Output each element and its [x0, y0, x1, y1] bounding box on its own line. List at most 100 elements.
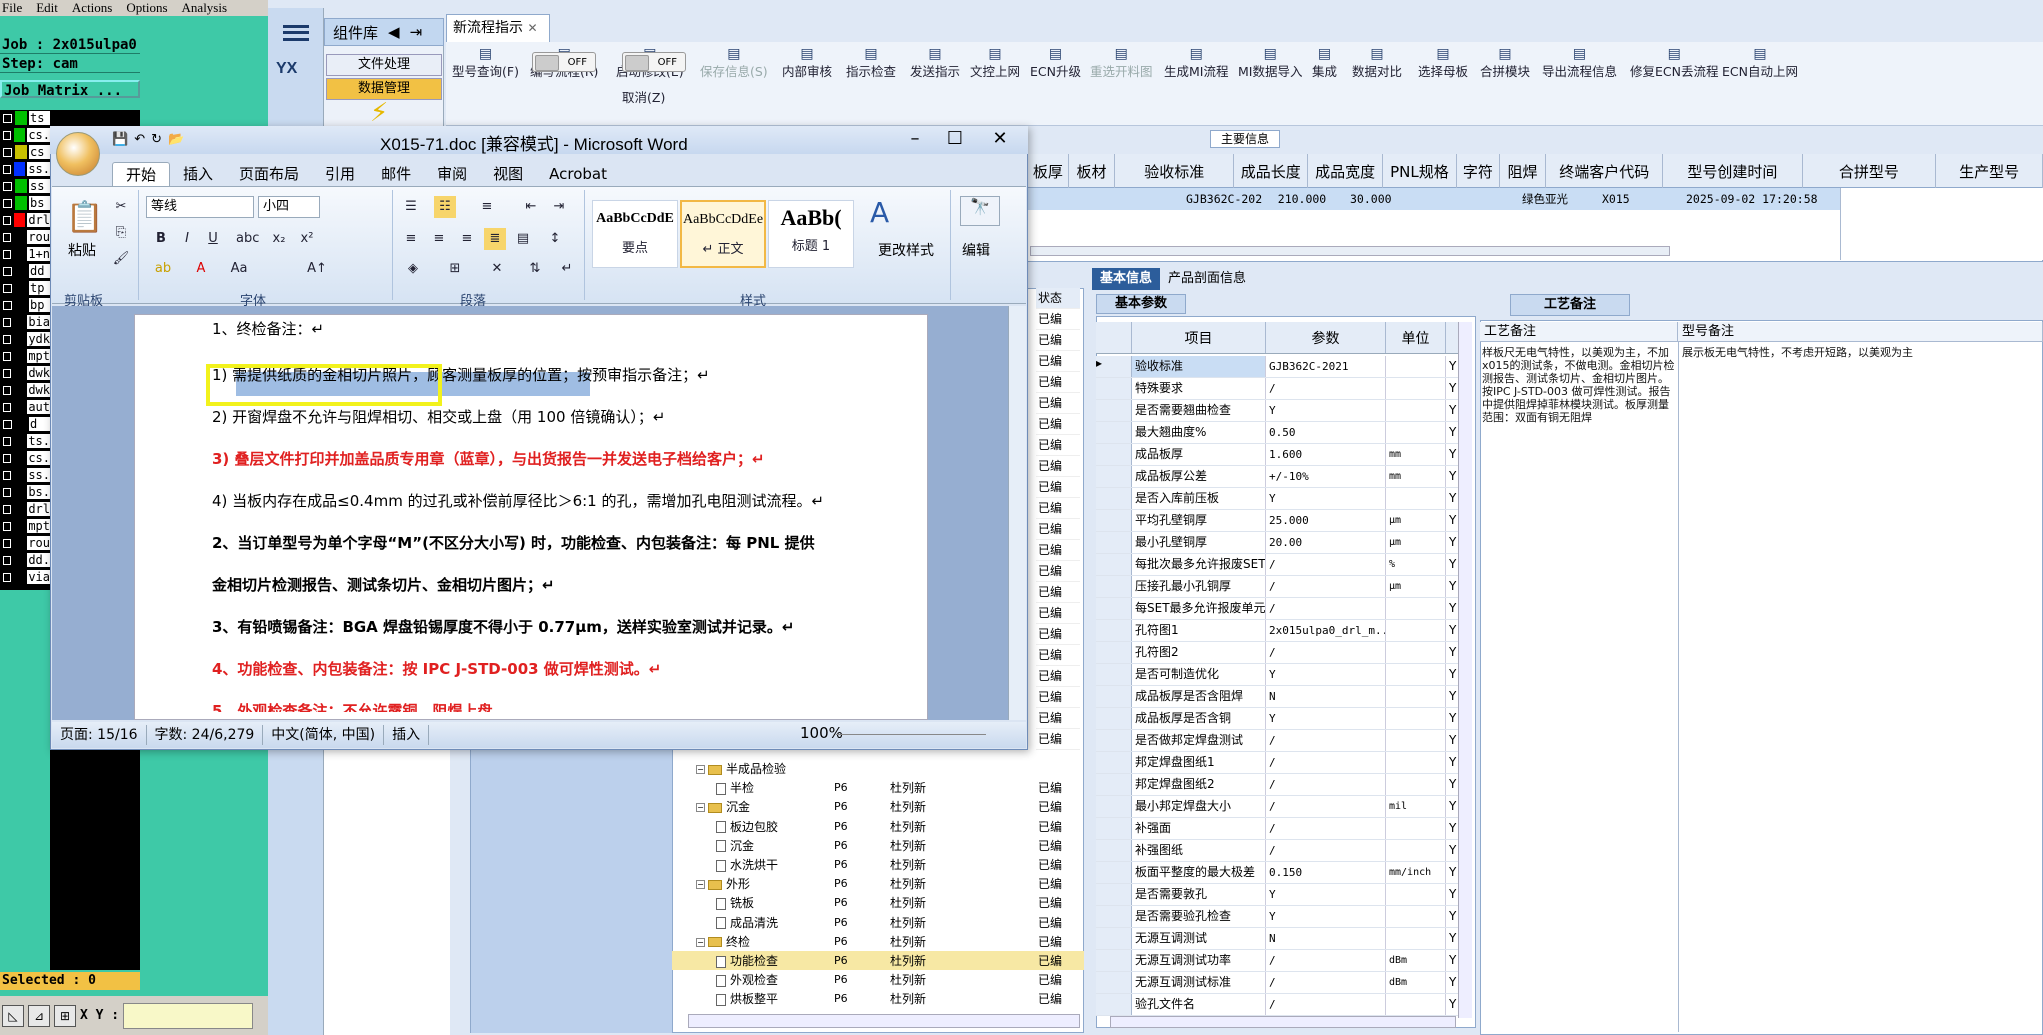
- tree-row[interactable]: 功能检查 P6 杜列新 已编: [672, 951, 1084, 970]
- job-matrix-button[interactable]: Job Matrix ...: [0, 80, 140, 99]
- toolbar-button[interactable]: ▤ 发送指示: [910, 46, 960, 80]
- toolbar-button[interactable]: ▤ ECN自动上网: [1722, 46, 1798, 80]
- upper-col-header[interactable]: 成品宽度: [1308, 154, 1383, 188]
- param-row[interactable]: 是否需要敦孔 Y Y: [1096, 884, 1472, 906]
- expand-icon[interactable]: −: [696, 880, 705, 890]
- params-hscroll[interactable]: [1110, 1016, 1456, 1028]
- hamburger-icon[interactable]: [280, 20, 312, 46]
- tab-mailings[interactable]: 邮件: [368, 162, 424, 186]
- param-value[interactable]: 0.150: [1266, 862, 1386, 883]
- tree-row[interactable]: 外观检查 P6 杜列新 已编: [672, 970, 1084, 989]
- param-row[interactable]: 无源互调测试功率 / dBm Y: [1096, 950, 1472, 972]
- param-row[interactable]: 最小孔壁铜厚 20.00 μm Y: [1096, 532, 1472, 554]
- param-row[interactable]: 成品板厚是否含铜 Y Y: [1096, 708, 1472, 730]
- style-normal[interactable]: AaBbCcDdEe ↵ 正文: [680, 200, 766, 268]
- layer-checkbox[interactable]: [3, 164, 12, 174]
- param-row[interactable]: 特殊要求 / Y: [1096, 378, 1472, 400]
- toolbar-button[interactable]: ▤ 导出流程信息: [1542, 46, 1617, 80]
- asian-layout-icon[interactable]: ✕: [486, 258, 508, 280]
- minimize-icon[interactable]: –: [900, 128, 930, 149]
- param-row[interactable]: 压接孔最小孔铜厚 / μm Y: [1096, 576, 1472, 598]
- layer-checkbox[interactable]: [3, 300, 12, 310]
- close-icon[interactable]: ✕: [527, 21, 537, 35]
- tab-layout[interactable]: 页面布局: [226, 162, 312, 186]
- param-value[interactable]: Y: [1266, 400, 1386, 421]
- param-row[interactable]: 成品板厚公差 +/-10% mm Y: [1096, 466, 1472, 488]
- param-row[interactable]: 无源互调测试 N Y: [1096, 928, 1472, 950]
- multilevel-icon[interactable]: ≡: [476, 196, 498, 218]
- param-value[interactable]: /: [1266, 818, 1386, 839]
- collapse-icon[interactable]: ◀: [388, 23, 400, 41]
- param-row[interactable]: 无源互调测试标准 / dBm Y: [1096, 972, 1472, 994]
- layer-checkbox[interactable]: [3, 504, 12, 514]
- layer-checkbox[interactable]: [3, 147, 12, 157]
- param-value[interactable]: 2x015ulpa0_drl_m...: [1266, 620, 1386, 641]
- tab-new-process[interactable]: 新流程指示 ✕: [446, 14, 550, 42]
- tree-row[interactable]: 沉金 P6 杜列新 已编: [672, 836, 1084, 855]
- toolbar-button[interactable]: ▤ 集成: [1312, 46, 1337, 80]
- param-row[interactable]: 是否入库前压板 Y Y: [1096, 488, 1472, 510]
- layer-row[interactable]: mpt: [0, 348, 50, 364]
- expand-icon[interactable]: −: [696, 937, 705, 947]
- param-value[interactable]: /: [1266, 576, 1386, 597]
- layer-row[interactable]: dd: [0, 263, 50, 279]
- param-row[interactable]: 成品板厚是否含阻焊 N Y: [1096, 686, 1472, 708]
- param-row[interactable]: ▸ 验收标准 GJB362C-2021 Y: [1096, 356, 1472, 378]
- layer-row[interactable]: bs: [0, 195, 50, 211]
- param-value[interactable]: /: [1266, 994, 1386, 1015]
- param-value[interactable]: /: [1266, 950, 1386, 971]
- change-style-button[interactable]: 更改样式: [878, 240, 934, 260]
- layer-row[interactable]: cs.: [0, 450, 50, 466]
- save-icon[interactable]: 💾: [112, 132, 128, 147]
- basic-params-tab[interactable]: 基本参数: [1096, 294, 1186, 314]
- layer-row[interactable]: d: [0, 416, 50, 432]
- toolbar-button[interactable]: ▤ 修复ECN丢流程: [1630, 46, 1718, 80]
- param-row[interactable]: 是否需要验孔检查 Y Y: [1096, 906, 1472, 928]
- params-vscroll[interactable]: [1458, 322, 1472, 1018]
- tab-process-remark[interactable]: 工艺备注: [1510, 294, 1630, 316]
- layer-row[interactable]: ss: [0, 178, 50, 194]
- status-words[interactable]: 字数: 24/6,279: [147, 725, 264, 745]
- param-row[interactable]: 邦定焊盘图纸1/Y: [1096, 752, 1472, 774]
- upper-col-header[interactable]: 阻焊: [1500, 154, 1547, 188]
- layer-checkbox[interactable]: [3, 283, 12, 293]
- layer-checkbox[interactable]: [3, 572, 12, 582]
- expand-icon[interactable]: −: [696, 803, 705, 813]
- tab-acrobat[interactable]: Acrobat: [536, 162, 620, 186]
- layer-checkbox[interactable]: [3, 317, 12, 327]
- change-style-icon[interactable]: A: [870, 196, 889, 229]
- layer-checkbox[interactable]: [3, 385, 12, 395]
- param-value[interactable]: N: [1266, 928, 1386, 949]
- expand-icon[interactable]: −: [696, 765, 705, 774]
- doc-line[interactable]: 3、有铅喷锡备注：BGA 焊盘铅锡厚度不得小于 0.77μm，送样实验室测试并记…: [212, 616, 794, 637]
- layer-row[interactable]: 1+n: [0, 246, 50, 262]
- doc-line[interactable]: 2、当订单型号为单个字母“M”(不区分大小写) 时，功能检查、内包装备注：每 P…: [212, 532, 815, 553]
- font-name-select[interactable]: 等线: [146, 196, 254, 218]
- xy-input[interactable]: [123, 1002, 254, 1029]
- param-value[interactable]: N: [1266, 686, 1386, 707]
- tree-row[interactable]: − 沉金 P6 杜列新 已编: [672, 797, 1084, 816]
- shading-icon[interactable]: ◈: [402, 258, 424, 280]
- process-remark-text[interactable]: 样板尺无电气特性，以美观为主，不加x015的测试条，不做电测。金相切片检测报告、…: [1482, 346, 1678, 424]
- layer-checkbox[interactable]: [3, 555, 12, 565]
- indent-icon[interactable]: ⇥: [548, 196, 570, 218]
- status-insert[interactable]: 插入: [384, 725, 430, 745]
- doc-line[interactable]: 金相切片检测报告、测试条切片、金相切片图片；↵: [212, 574, 555, 595]
- param-value[interactable]: Y: [1266, 708, 1386, 729]
- layer-row[interactable]: rou: [0, 535, 50, 551]
- grow-font-icon[interactable]: A↑: [306, 258, 328, 280]
- param-row[interactable]: 成品板厚 1.600 mm Y: [1096, 444, 1472, 466]
- param-row[interactable]: 最大翘曲度% 0.50 Y: [1096, 422, 1472, 444]
- layer-checkbox[interactable]: [3, 232, 12, 242]
- param-value[interactable]: GJB362C-2021: [1266, 356, 1386, 377]
- param-value[interactable]: Y: [1266, 884, 1386, 905]
- comp-item-file[interactable]: 文件处理: [326, 54, 442, 76]
- layer-checkbox[interactable]: [3, 521, 12, 531]
- window-close-icon[interactable]: ✕: [985, 128, 1015, 149]
- doc-line[interactable]: 1、终检备注：↵: [212, 318, 324, 339]
- format-painter-icon[interactable]: 🖌: [110, 248, 132, 270]
- tree-row[interactable]: 成品清洗 P6 杜列新 已编: [672, 913, 1084, 932]
- layer-checkbox[interactable]: [3, 470, 12, 480]
- superscript-icon[interactable]: x²: [296, 228, 318, 250]
- layer-row[interactable]: ts.: [0, 433, 50, 449]
